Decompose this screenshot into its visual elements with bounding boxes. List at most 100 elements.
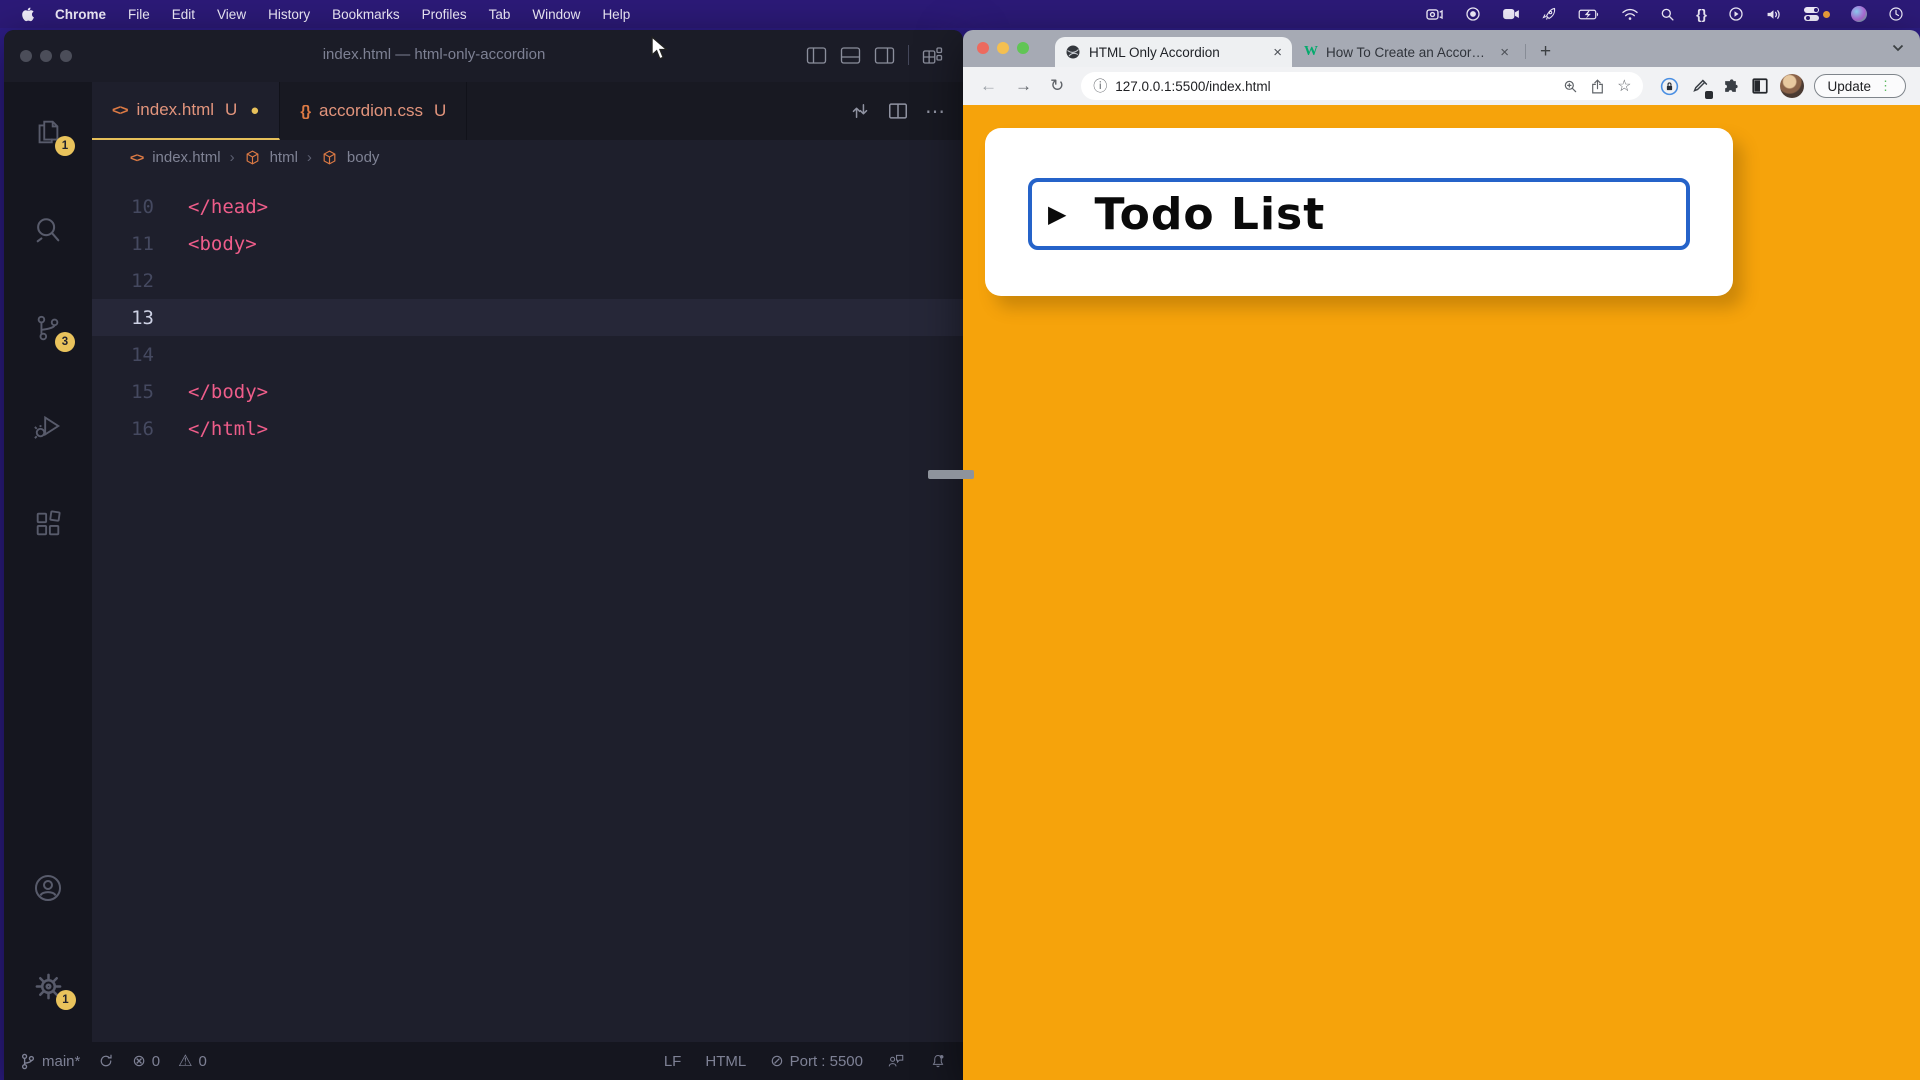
more-actions-icon[interactable]: ⋯ <box>925 99 945 124</box>
colorpicker-extension-icon[interactable] <box>1691 77 1710 96</box>
menu-edit[interactable]: Edit <box>161 7 206 22</box>
chrome-toolbar: ← → ↻ ⓘ 127.0.0.1:5500/index.html ☆ Upda… <box>963 67 1920 105</box>
mouse-cursor <box>650 36 670 62</box>
record-icon[interactable] <box>1465 6 1481 22</box>
update-menu-dots-icon: ⋮ <box>1879 78 1893 94</box>
unsaved-dot-icon[interactable]: ● <box>250 102 259 119</box>
accordion-summary[interactable]: ▶ Todo List <box>1028 178 1690 250</box>
split-editor-icon[interactable] <box>887 101 909 121</box>
menu-window[interactable]: Window <box>521 7 591 22</box>
vscode-title-bar[interactable]: index.html — html-only-accordion <box>4 30 963 82</box>
code-line[interactable]: 14 <box>92 336 963 373</box>
code-line[interactable]: 15</body> <box>92 373 963 410</box>
close-window-icon[interactable] <box>20 50 32 62</box>
browser-tab-active[interactable]: HTML Only Accordion × <box>1055 37 1292 67</box>
extensions-icon[interactable] <box>33 508 63 540</box>
privacy-extension-icon[interactable] <box>1659 76 1680 97</box>
share-icon[interactable] <box>1590 78 1605 95</box>
apple-logo-icon[interactable] <box>20 6 34 22</box>
new-tab-button[interactable]: + <box>1532 41 1559 63</box>
toggle-secondary-sidebar-icon[interactable] <box>874 46 895 65</box>
search-icon[interactable] <box>1660 7 1675 22</box>
menu-view[interactable]: View <box>206 7 257 22</box>
code-line-active[interactable]: 13 <box>92 299 963 336</box>
rocket-icon[interactable] <box>1541 6 1557 22</box>
notifications-bell-icon[interactable] <box>929 1052 947 1070</box>
search-sidebar-icon[interactable] <box>33 214 63 246</box>
feedback-icon[interactable] <box>887 1052 905 1070</box>
extensions-puzzle-icon[interactable] <box>1721 77 1740 96</box>
toggle-sidebar-icon[interactable] <box>806 46 827 65</box>
minimize-window-icon[interactable] <box>40 50 52 62</box>
menu-history[interactable]: History <box>257 7 321 22</box>
eol-indicator[interactable]: LF <box>664 1053 682 1070</box>
zoom-icon[interactable] <box>1563 79 1578 94</box>
menu-bookmarks[interactable]: Bookmarks <box>321 7 411 22</box>
source-control-icon[interactable]: 3 <box>33 312 63 344</box>
clock-icon[interactable] <box>1888 6 1904 22</box>
errors-indicator[interactable]: ⊗ 0 <box>132 1051 160 1071</box>
git-branch-indicator[interactable]: main* <box>20 1053 80 1070</box>
control-center-icon[interactable] <box>1804 7 1830 21</box>
address-bar[interactable]: ⓘ 127.0.0.1:5500/index.html ☆ <box>1081 72 1643 100</box>
breadcrumb-body[interactable]: body <box>347 149 380 166</box>
maximize-window-icon[interactable] <box>1017 42 1029 54</box>
url-text[interactable]: 127.0.0.1:5500/index.html <box>1115 79 1555 94</box>
play-circle-icon[interactable] <box>1728 6 1744 22</box>
details-marker-icon[interactable]: ▶ <box>1048 200 1066 229</box>
tab-search-chevron-icon[interactable] <box>1892 44 1904 52</box>
close-tab-icon[interactable]: × <box>1273 44 1282 61</box>
profile-avatar[interactable] <box>1780 74 1804 98</box>
macos-menu-bar: Chrome File Edit View History Bookmarks … <box>0 0 1920 28</box>
dark-mode-extension-icon[interactable] <box>1751 77 1769 95</box>
breadcrumb-file[interactable]: index.html <box>152 149 220 166</box>
close-window-icon[interactable] <box>977 42 989 54</box>
wifi-icon[interactable] <box>1621 7 1639 21</box>
menu-chrome[interactable]: Chrome <box>44 7 117 22</box>
menu-profiles[interactable]: Profiles <box>411 7 478 22</box>
account-icon[interactable] <box>32 872 64 904</box>
code-editor[interactable]: 10</head> 11<body> 12 13 14 15</body> 16… <box>92 174 963 1042</box>
siri-icon[interactable] <box>1851 6 1867 22</box>
live-server-port[interactable]: ⊘ Port : 5500 <box>770 1051 863 1071</box>
sync-changes-icon[interactable] <box>98 1053 114 1069</box>
vscode-window-controls[interactable] <box>20 50 72 62</box>
breadcrumb: <> index.html › html › body <box>92 140 963 174</box>
braces-icon[interactable]: {} <box>1696 6 1707 22</box>
site-info-icon[interactable]: ⓘ <box>1093 76 1107 96</box>
battery-icon[interactable] <box>1578 8 1600 21</box>
toggle-panel-icon[interactable] <box>840 46 861 65</box>
browser-tab-inactive[interactable]: W How To Create an Accordion × <box>1294 37 1519 67</box>
run-debug-icon[interactable] <box>33 410 63 442</box>
menu-help[interactable]: Help <box>591 7 641 22</box>
chrome-window-controls[interactable] <box>977 42 1029 54</box>
update-button[interactable]: Update ⋮ <box>1814 74 1906 98</box>
code-line[interactable]: 11<body> <box>92 225 963 262</box>
settings-gear-icon[interactable]: 1 <box>33 970 64 1002</box>
globe-favicon <box>1065 44 1081 60</box>
window-resize-handle[interactable] <box>928 470 974 479</box>
explorer-icon[interactable]: 1 <box>33 116 63 148</box>
maximize-window-icon[interactable] <box>60 50 72 62</box>
close-tab-icon[interactable]: × <box>1500 44 1509 61</box>
warnings-indicator[interactable]: ⚠ 0 <box>178 1051 207 1071</box>
menu-file[interactable]: File <box>117 7 161 22</box>
minimize-window-icon[interactable] <box>997 42 1009 54</box>
camera-icon[interactable] <box>1425 7 1444 22</box>
menu-tab[interactable]: Tab <box>478 7 522 22</box>
open-changes-icon[interactable] <box>849 100 871 122</box>
tab-accordion-css[interactable]: {} accordion.css U <box>280 82 467 140</box>
language-mode-indicator[interactable]: HTML <box>705 1053 746 1070</box>
customize-layout-icon[interactable] <box>922 46 943 65</box>
breadcrumb-html[interactable]: html <box>270 149 298 166</box>
code-line[interactable]: 16</html> <box>92 410 963 447</box>
back-button[interactable]: ← <box>973 76 1004 96</box>
code-line[interactable]: 10</head> <box>92 188 963 225</box>
bookmark-star-icon[interactable]: ☆ <box>1617 76 1631 96</box>
video-icon[interactable] <box>1502 7 1520 21</box>
reload-button[interactable]: ↻ <box>1043 76 1071 96</box>
volume-icon[interactable] <box>1765 7 1783 22</box>
forward-button[interactable]: → <box>1008 76 1039 96</box>
tab-index-html[interactable]: <> index.html U ● <box>92 82 280 140</box>
code-line[interactable]: 12 <box>92 262 963 299</box>
